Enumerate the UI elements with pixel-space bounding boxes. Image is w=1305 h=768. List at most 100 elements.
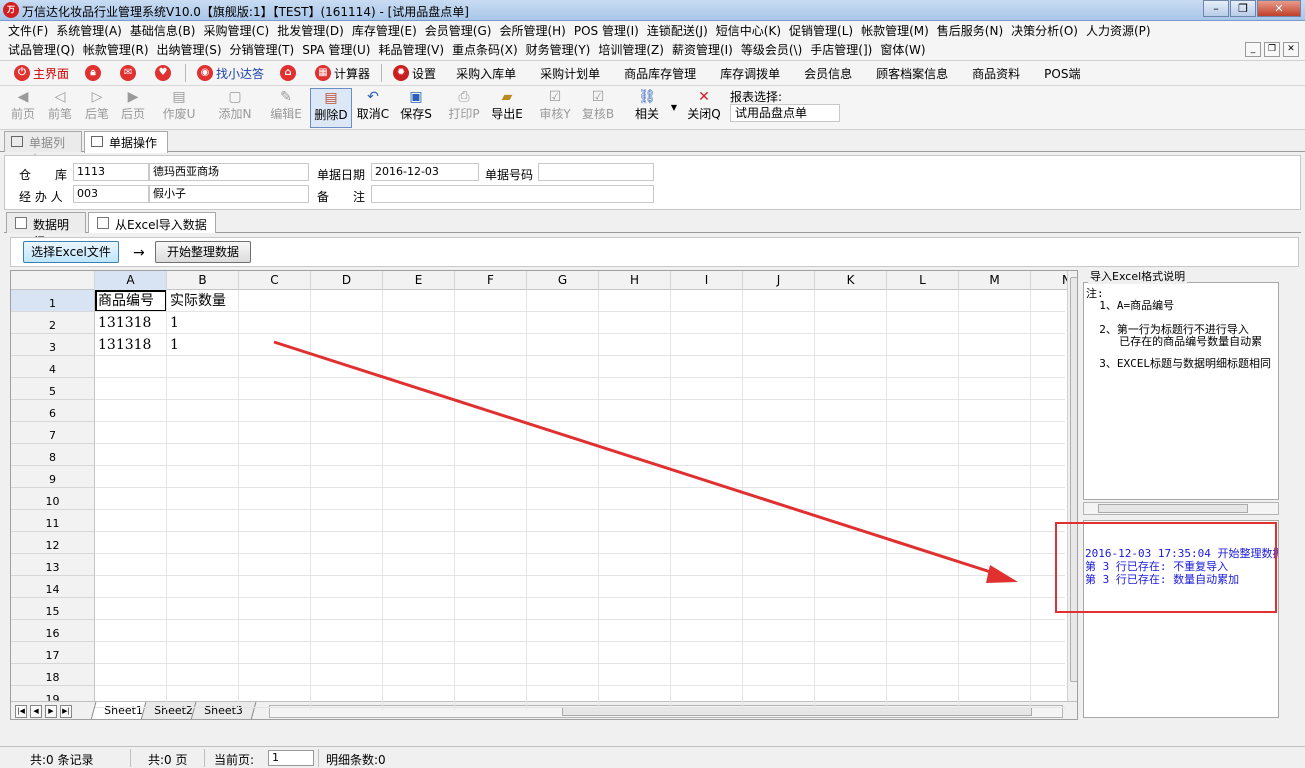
tab-import-excel[interactable]: 从Excel导入数据: [88, 212, 216, 233]
menu-item-1[interactable]: 帐款管理(R): [79, 41, 153, 60]
tab-document-list[interactable]: 单据列表: [4, 131, 82, 167]
quick-link-0[interactable]: 采购入库单: [444, 65, 528, 82]
column-header-I[interactable]: I: [671, 271, 743, 290]
column-header-G[interactable]: G: [527, 271, 599, 290]
row-header-18[interactable]: 18: [11, 664, 95, 686]
related-dropdown[interactable]: ▼: [668, 88, 680, 128]
row-header-7[interactable]: 7: [11, 422, 95, 444]
start-process-button[interactable]: 开始整理数据: [155, 241, 251, 263]
row-header-12[interactable]: 12: [11, 532, 95, 554]
menu-item-15[interactable]: 人力资源(P): [1082, 22, 1155, 41]
row-header-9[interactable]: 9: [11, 466, 95, 488]
row-header-17[interactable]: 17: [11, 642, 95, 664]
column-header-B[interactable]: B: [167, 271, 239, 290]
edit-button[interactable]: ✎ 编辑E: [268, 88, 304, 128]
column-header-J[interactable]: J: [743, 271, 815, 290]
menu-item-9[interactable]: 薪资管理(I): [668, 41, 737, 60]
tab-document-operation[interactable]: 单据操作: [84, 131, 168, 153]
date-field[interactable]: 2016-12-03: [371, 163, 479, 181]
row-header-11[interactable]: 11: [11, 510, 95, 532]
quick-link-7[interactable]: POS端: [1032, 65, 1092, 82]
menu-item-12[interactable]: 窗体(W): [876, 41, 929, 60]
sheet-next-icon[interactable]: ▶: [45, 705, 57, 718]
grid-cell[interactable]: 商品编号: [98, 292, 154, 310]
menu-item-2[interactable]: 基础信息(B): [126, 22, 200, 41]
close-window-icon[interactable]: ✕: [1257, 0, 1301, 17]
void-button[interactable]: ▤ 作废U: [161, 88, 197, 128]
menu-item-7[interactable]: 财务管理(Y): [522, 41, 595, 60]
column-header-M[interactable]: M: [959, 271, 1031, 290]
mdi-minimize-icon[interactable]: _: [1245, 42, 1261, 57]
menu-item-6[interactable]: 会员管理(G): [421, 22, 496, 41]
grid-vertical-scrollbar[interactable]: [1067, 271, 1077, 701]
grid-cell[interactable]: 131318: [98, 336, 151, 354]
remark-field[interactable]: [371, 185, 654, 203]
shield-button[interactable]: ♥: [147, 65, 182, 81]
row-header-8[interactable]: 8: [11, 444, 95, 466]
row-header-6[interactable]: 6: [11, 400, 95, 422]
grid-cell[interactable]: 131318: [98, 314, 151, 332]
warehouse-name-field[interactable]: 德玛西亚商场: [149, 163, 309, 181]
quick-link-1[interactable]: 采购计划单: [528, 65, 612, 82]
last-page-button[interactable]: ▶ 后页: [118, 88, 148, 128]
report-selector-value[interactable]: 试用品盘点单: [730, 104, 840, 122]
settings-button[interactable]: ✹ 设置: [385, 65, 444, 82]
menu-item-4[interactable]: SPA 管理(U): [298, 41, 374, 60]
column-header-D[interactable]: D: [311, 271, 383, 290]
chat-button[interactable]: ✉: [112, 65, 147, 81]
row-header-10[interactable]: 10: [11, 488, 95, 510]
scroll-thumb[interactable]: [1098, 504, 1248, 513]
add-button[interactable]: ▢ 添加N: [217, 88, 253, 128]
lock-button[interactable]: 🔒︎: [77, 65, 112, 81]
row-header-14[interactable]: 14: [11, 576, 95, 598]
corner-cell[interactable]: [11, 271, 95, 290]
menu-item-5[interactable]: 库存管理(E): [348, 22, 421, 41]
save-button[interactable]: ▣ 保存S: [398, 88, 434, 128]
quick-link-4[interactable]: 会员信息: [792, 65, 864, 82]
tab-data-detail[interactable]: 数据明细: [6, 212, 86, 249]
grid-cell[interactable]: 实际数量: [170, 292, 226, 310]
quick-link-5[interactable]: 顾客档案信息: [864, 65, 960, 82]
row-header-4[interactable]: 4: [11, 356, 95, 378]
scroll-thumb[interactable]: [562, 707, 1032, 716]
calculator-button[interactable]: ▦ 计算器: [307, 65, 378, 82]
menu-item-6[interactable]: 重点条码(X): [448, 41, 522, 60]
maximize-icon[interactable]: ❐: [1230, 0, 1256, 17]
sheet-last-icon[interactable]: ▶|: [60, 705, 72, 718]
menu-item-8[interactable]: POS 管理(I): [570, 22, 643, 41]
quick-link-3[interactable]: 库存调拨单: [708, 65, 792, 82]
row-header-1[interactable]: 1: [11, 290, 95, 312]
close-button[interactable]: ✕ 关闭Q: [686, 88, 722, 128]
column-header-K[interactable]: K: [815, 271, 887, 290]
menu-item-13[interactable]: 售后服务(N): [933, 22, 1007, 41]
column-header-L[interactable]: L: [887, 271, 959, 290]
handler-code-field[interactable]: 003: [73, 185, 149, 203]
minimize-icon[interactable]: –: [1203, 0, 1229, 17]
audit-button[interactable]: ☑ 审核Y: [537, 88, 573, 128]
menu-item-14[interactable]: 决策分析(O): [1007, 22, 1082, 41]
delete-button[interactable]: ▤ 删除D: [310, 88, 352, 128]
menu-item-10[interactable]: 等级会员(\): [737, 41, 806, 60]
row-header-15[interactable]: 15: [11, 598, 95, 620]
cancel-button[interactable]: ↶ 取消C: [356, 88, 390, 128]
grid-cell[interactable]: 1: [170, 336, 179, 354]
quick-link-2[interactable]: 商品库存管理: [612, 65, 708, 82]
menu-item-11[interactable]: 手店管理(]): [806, 41, 876, 60]
menu-item-4[interactable]: 批发管理(D): [273, 22, 348, 41]
scroll-thumb[interactable]: [1070, 277, 1077, 682]
menu-item-9[interactable]: 连锁配送(J): [643, 22, 712, 41]
sheet-prev-icon[interactable]: ◀: [30, 705, 42, 718]
menu-item-0[interactable]: 文件(F): [4, 22, 52, 41]
sheet-first-icon[interactable]: |◀: [15, 705, 27, 718]
review-button[interactable]: ☑ 复核B: [580, 88, 616, 128]
menu-item-10[interactable]: 短信中心(K): [712, 22, 785, 41]
home-house-button[interactable]: ⌂: [272, 65, 307, 81]
row-header-13[interactable]: 13: [11, 554, 95, 576]
find-assistant-button[interactable]: ◉ 找小达答: [189, 65, 272, 82]
row-header-5[interactable]: 5: [11, 378, 95, 400]
menu-item-7[interactable]: 会所管理(H): [495, 22, 569, 41]
first-page-button[interactable]: ◀ 前页: [8, 88, 38, 128]
export-button[interactable]: ▰ 导出E: [489, 88, 525, 128]
row-header-3[interactable]: 3: [11, 334, 95, 356]
menu-item-3[interactable]: 分销管理(T): [226, 41, 299, 60]
